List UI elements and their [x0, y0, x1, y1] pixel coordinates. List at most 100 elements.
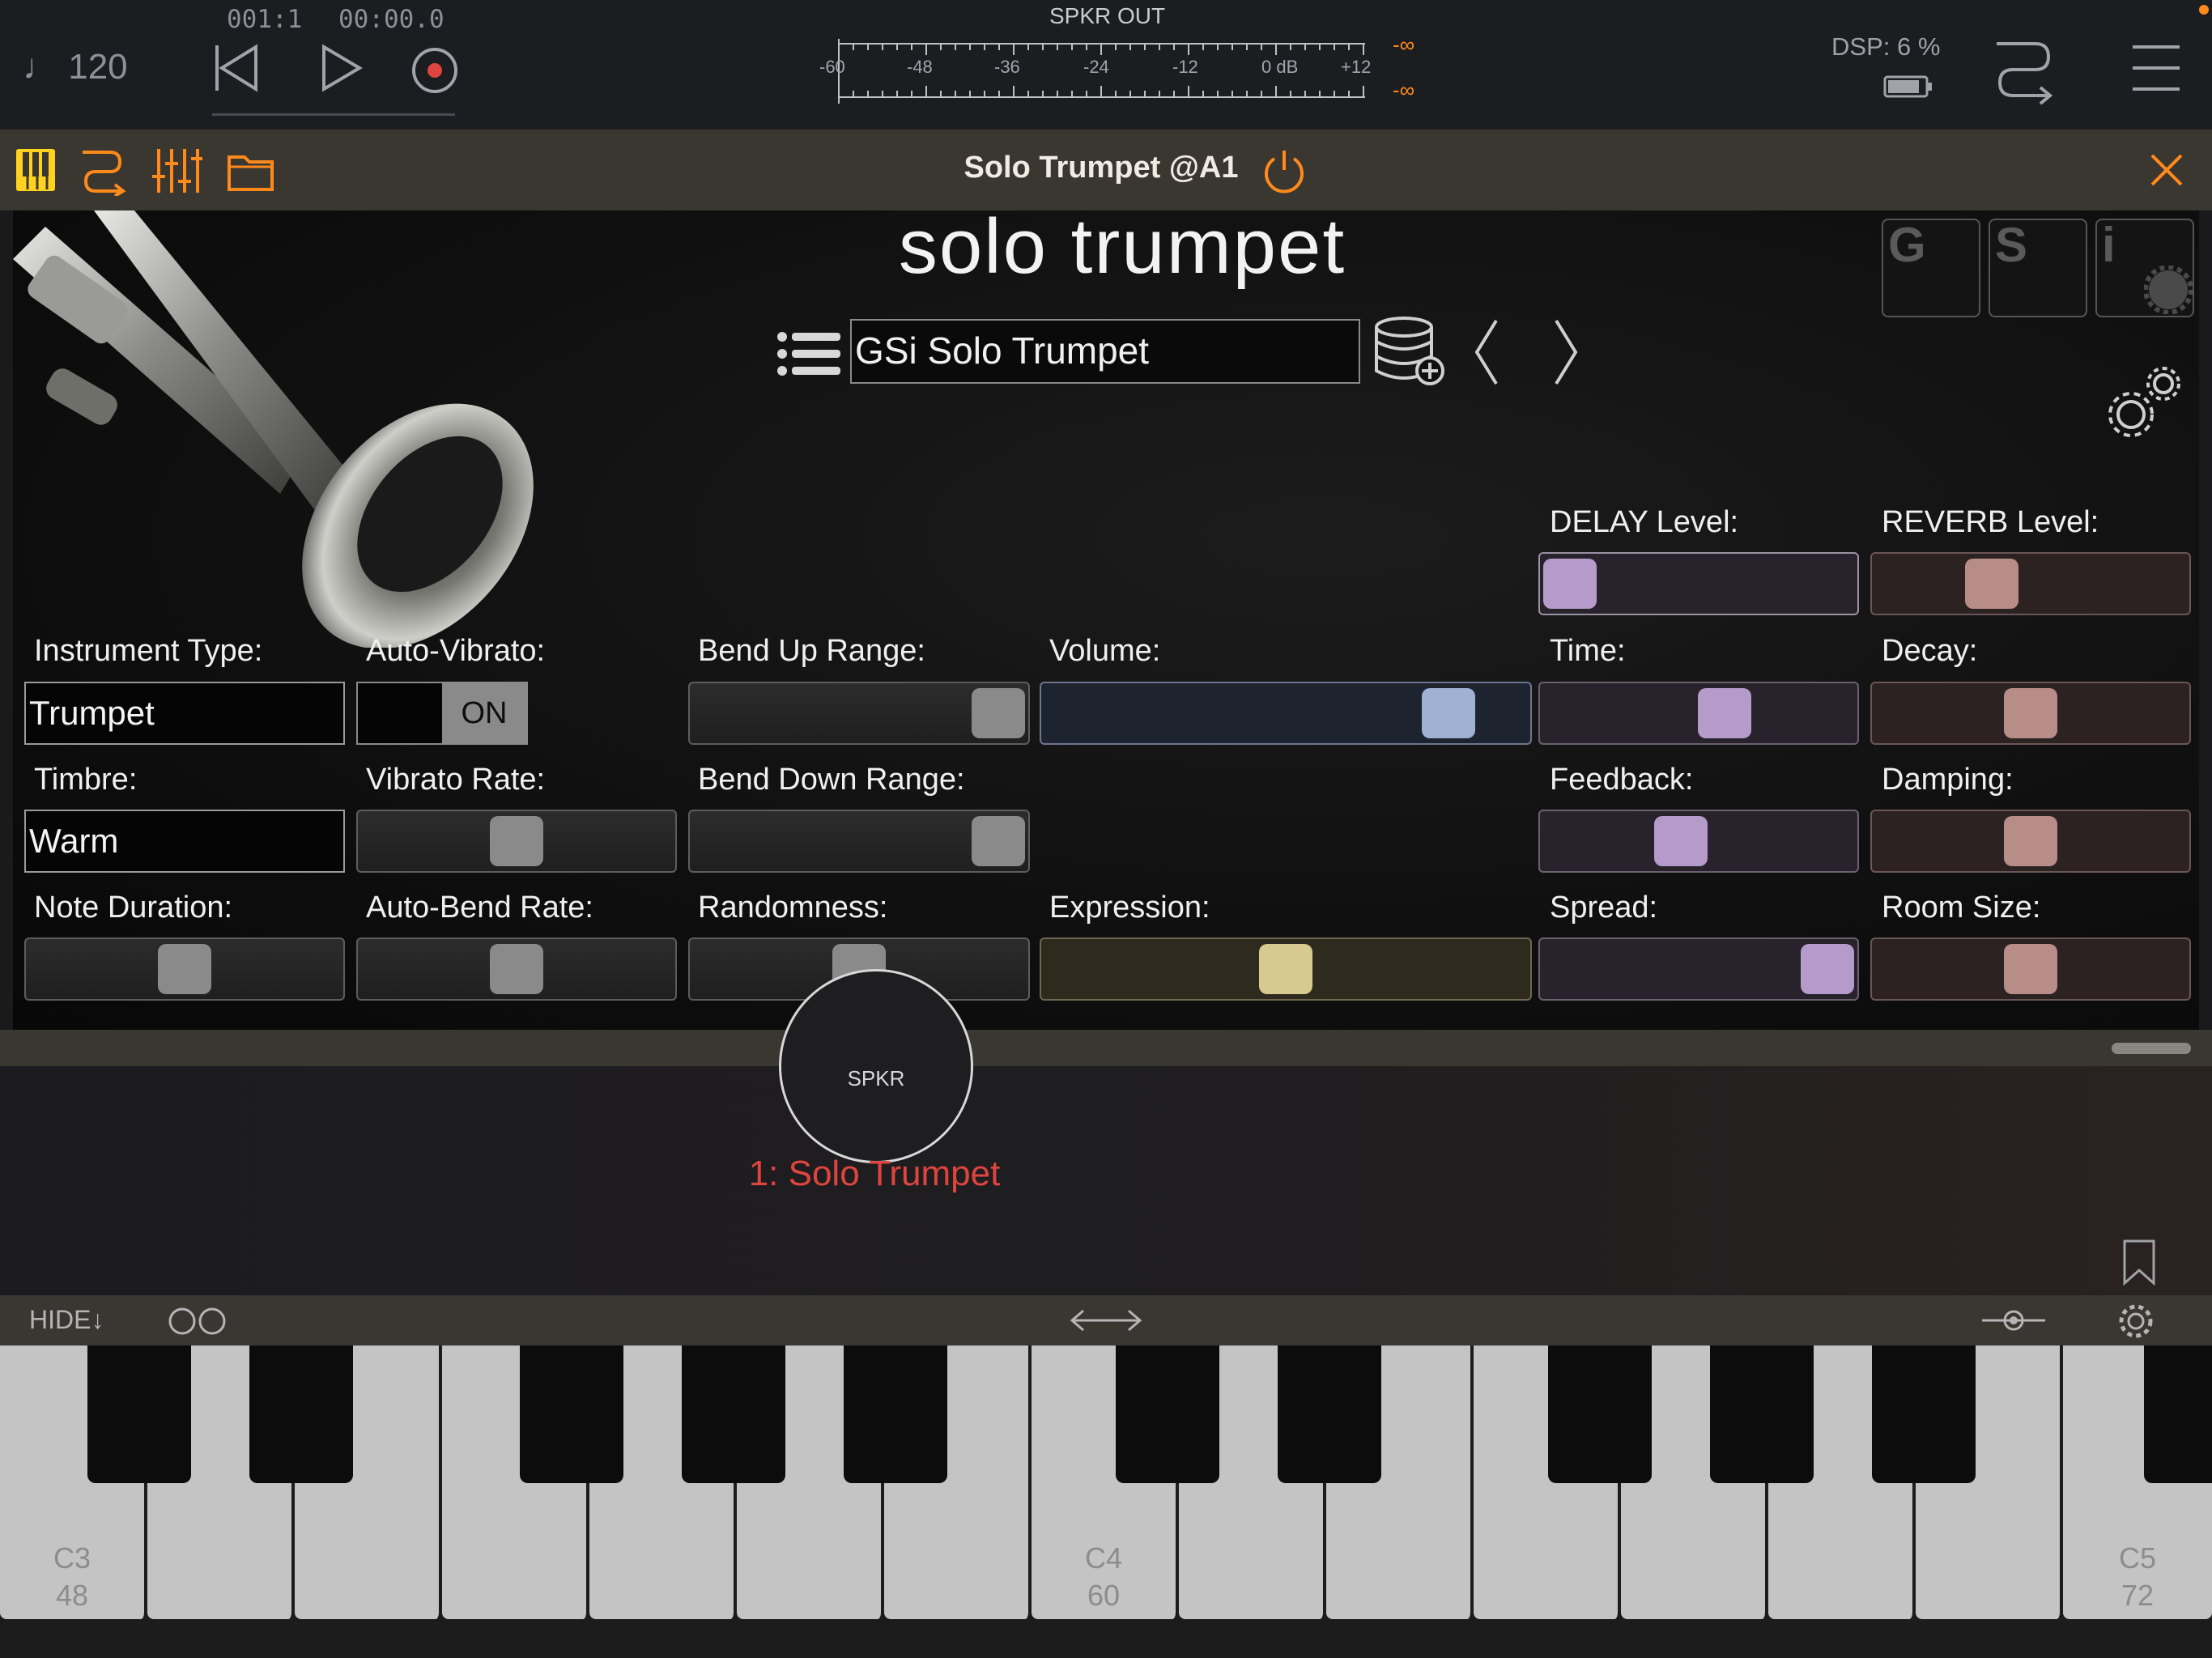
slider-knob[interactable]: [2004, 688, 2057, 738]
meter-scale-label: -24: [1083, 57, 1109, 77]
record-icon[interactable]: [410, 45, 460, 96]
slider-knob[interactable]: [2004, 816, 2057, 866]
slider-knob[interactable]: [1422, 688, 1476, 738]
key-note: C5: [2118, 1541, 2157, 1575]
delay-spread-label: Spread:: [1550, 891, 1658, 925]
bend-up-range-slider[interactable]: [688, 682, 1030, 745]
black-key-d-sharp-4[interactable]: [1278, 1346, 1381, 1483]
volume-slider[interactable]: [1040, 682, 1532, 745]
black-key-a-sharp-4[interactable]: [1872, 1346, 1976, 1483]
reverb-damping-slider[interactable]: [1870, 810, 2191, 873]
resize-handle[interactable]: [2112, 1043, 2191, 1054]
slider-knob[interactable]: [1965, 559, 2019, 609]
key-midi: 60: [1087, 1579, 1121, 1612]
key-label: C3 48: [0, 1540, 144, 1614]
preset-list-icon[interactable]: [776, 330, 842, 377]
preset-database-icon[interactable]: [1373, 316, 1448, 389]
instrument-type-field[interactable]: Trumpet: [24, 682, 345, 745]
vibrato-rate-slider[interactable]: [356, 810, 677, 873]
keyboard-view-icon[interactable]: [15, 147, 57, 193]
folder-icon[interactable]: [227, 149, 275, 193]
reverb-decay-slider[interactable]: [1870, 682, 2191, 745]
vibrato-rate-label: Vibrato Rate:: [366, 763, 546, 797]
trumpet-illustration: [13, 210, 534, 648]
brand-letter: S: [1995, 218, 2028, 272]
bend-down-range-slider[interactable]: [688, 810, 1030, 873]
keyboard-settings-icon[interactable]: [2116, 1302, 2155, 1341]
auto-vibrato-toggle[interactable]: ON: [356, 682, 528, 745]
slider-knob[interactable]: [972, 688, 1025, 738]
reverb-damping-label: Damping:: [1882, 763, 2014, 797]
reverb-level-slider[interactable]: [1870, 552, 2191, 615]
auto-bend-rate-slider[interactable]: [356, 937, 677, 1001]
meter-scale-label: -48: [907, 57, 933, 77]
meter-peak-right: -∞: [1393, 78, 1415, 102]
velocity-slider-icon[interactable]: [1979, 1307, 2048, 1334]
routing-icon[interactable]: [1992, 32, 2057, 105]
slider-knob[interactable]: [1259, 944, 1312, 994]
delay-level-slider[interactable]: [1538, 552, 1859, 615]
note-duration-slider[interactable]: [24, 937, 345, 1001]
reverb-room-size-label: Room Size:: [1882, 891, 2041, 925]
product-name: solo trumpet: [898, 203, 1346, 290]
auto-vibrato-state: ON: [442, 683, 526, 743]
meter-scale-label: -60: [819, 57, 845, 77]
reverb-level-label: REVERB Level:: [1882, 505, 2099, 539]
previous-preset-icon[interactable]: [1470, 316, 1503, 389]
delay-feedback-slider[interactable]: [1538, 810, 1859, 873]
scroll-keys-icon[interactable]: [1067, 1307, 1145, 1334]
key-label: C5 72: [2063, 1540, 2212, 1614]
black-key-f-sharp-4[interactable]: [1548, 1346, 1652, 1483]
meter-scale-label: +12: [1341, 57, 1372, 77]
black-key-d-sharp-3[interactable]: [249, 1346, 353, 1483]
slider-knob[interactable]: [1653, 816, 1708, 866]
auto-vibrato-label: Auto-Vibrato:: [366, 634, 546, 668]
black-key-a-sharp-3[interactable]: [844, 1346, 947, 1483]
black-key-c-sharp-4[interactable]: [1116, 1346, 1219, 1483]
bookmark-icon[interactable]: [2121, 1238, 2157, 1286]
link-loop-icon[interactable]: [165, 1307, 232, 1336]
black-key-g-sharp-4[interactable]: [1710, 1346, 1814, 1483]
hide-keyboard-button[interactable]: HIDE↓: [29, 1305, 104, 1335]
plugin-panel: solo trumpet GSi Solo Trumpet G S i Inst…: [13, 203, 2199, 1030]
meter-peak-left: -∞: [1393, 32, 1415, 57]
routing-view-icon[interactable]: [79, 146, 128, 196]
rewind-icon[interactable]: [212, 42, 261, 94]
delay-time-slider[interactable]: [1538, 682, 1859, 745]
black-key-c-sharp-5[interactable]: [2144, 1346, 2212, 1483]
info-button[interactable]: i: [2095, 218, 2194, 317]
slider-knob[interactable]: [490, 816, 543, 866]
preset-name-field[interactable]: GSi Solo Trumpet: [850, 319, 1360, 384]
track-label[interactable]: 1: Solo Trumpet: [713, 1154, 1036, 1194]
meter-title: SPKR OUT: [1049, 3, 1166, 28]
expression-slider[interactable]: [1040, 937, 1532, 1001]
key-midi: 72: [2121, 1579, 2155, 1612]
slider-knob[interactable]: [972, 816, 1025, 866]
dsp-value: 6 %: [1896, 32, 1941, 61]
meter-scale-label: 0 dB: [1261, 57, 1299, 77]
dsp-readout: DSP: 6 %: [1831, 32, 1940, 62]
settings-gears-icon[interactable]: [2099, 358, 2188, 447]
tempo-display[interactable]: ♩ 120: [23, 47, 128, 87]
brand-badge-g: G: [1882, 218, 1980, 317]
next-preset-icon[interactable]: [1550, 316, 1582, 389]
auto-bend-rate-label: Auto-Bend Rate:: [366, 891, 593, 925]
black-key-f-sharp-3[interactable]: [520, 1346, 623, 1483]
mixer-view-icon[interactable]: [152, 146, 202, 196]
reverb-room-size-slider[interactable]: [1870, 937, 2191, 1001]
power-icon[interactable]: [1261, 147, 1307, 194]
play-icon[interactable]: [319, 42, 364, 94]
slider-knob[interactable]: [1697, 688, 1751, 738]
timbre-field[interactable]: Warm: [24, 810, 345, 873]
slider-knob[interactable]: [490, 944, 543, 994]
slider-knob[interactable]: [1543, 559, 1597, 609]
slider-knob[interactable]: [1801, 944, 1854, 994]
main-menu-icon[interactable]: [2131, 42, 2181, 94]
slider-knob[interactable]: [2004, 944, 2057, 994]
delay-spread-slider[interactable]: [1538, 937, 1859, 1001]
slider-knob[interactable]: [158, 944, 211, 994]
battery-icon: [1883, 75, 1932, 98]
black-key-c-sharp-3[interactable]: [87, 1346, 191, 1483]
close-icon[interactable]: [2149, 152, 2184, 188]
black-key-g-sharp-3[interactable]: [682, 1346, 785, 1483]
